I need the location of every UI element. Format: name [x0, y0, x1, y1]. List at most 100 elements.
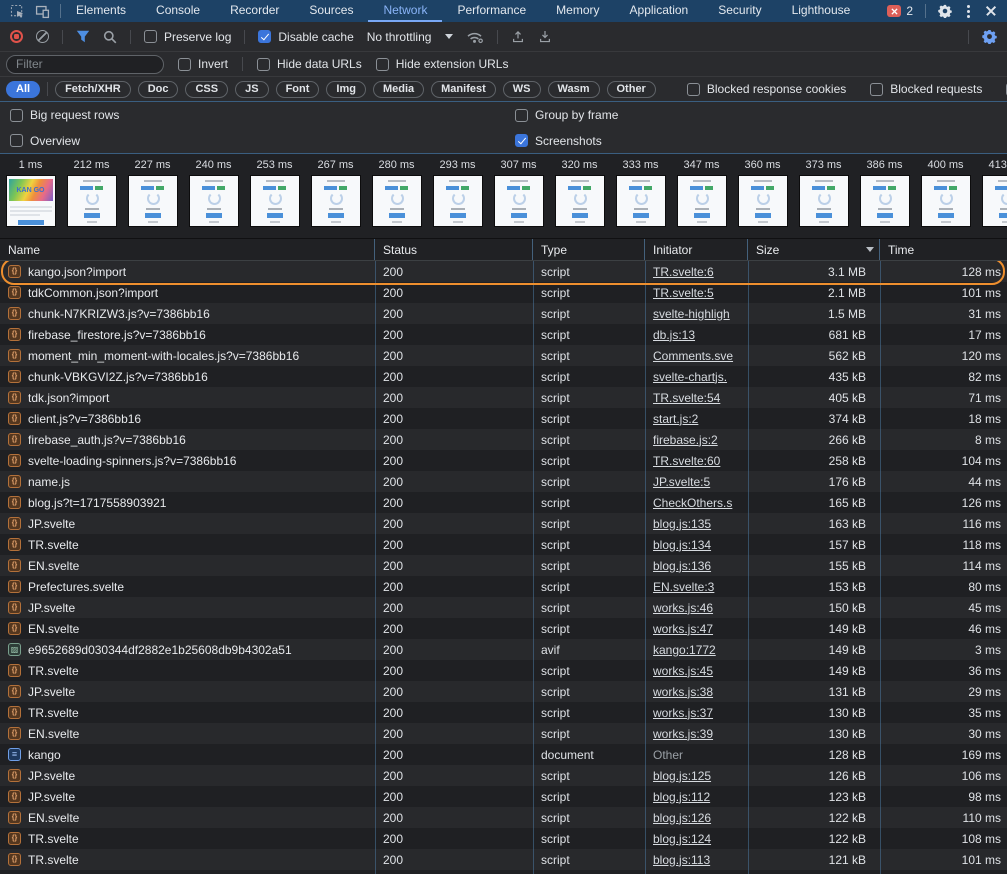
tab-lighthouse[interactable]: Lighthouse	[777, 0, 866, 22]
screenshot-thumbnail[interactable]	[739, 176, 787, 226]
type-filter-js[interactable]: JS	[235, 81, 268, 98]
record-network-log-button[interactable]	[10, 30, 23, 43]
column-header-status[interactable]: Status	[375, 239, 533, 260]
settings-gear-icon[interactable]	[938, 4, 952, 18]
screenshot-thumbnail[interactable]	[495, 176, 543, 226]
screenshot-thumbnail[interactable]	[312, 176, 360, 226]
initiator-link[interactable]: works.js:39	[653, 727, 713, 741]
table-row[interactable]: blog.js?t=1717558903921200scriptCheckOth…	[0, 492, 1007, 513]
hide-data-urls-checkbox[interactable]: Hide data URLs	[257, 57, 362, 71]
request-name-cell[interactable]: JP.svelte	[0, 790, 375, 804]
initiator-link[interactable]: db.js:13	[653, 328, 695, 342]
preserve-log-checkbox[interactable]: Preserve log	[144, 30, 231, 44]
initiator-link[interactable]: TR.svelte:5	[653, 286, 714, 300]
type-filter-doc[interactable]: Doc	[138, 81, 179, 98]
table-row[interactable]: firebase_auth.js?v=7386bb16200scriptfire…	[0, 429, 1007, 450]
type-filter-all[interactable]: All	[6, 81, 40, 98]
device-toolbar-icon[interactable]	[35, 4, 50, 19]
filmstrip-frame[interactable]: 347 ms	[671, 154, 732, 238]
table-row[interactable]: e9652689d030344df2882e1b25608db9b4302a51…	[0, 639, 1007, 660]
initiator-link[interactable]: blog.js:124	[653, 832, 711, 846]
request-name-cell[interactable]: JP.svelte	[0, 601, 375, 615]
initiator-link[interactable]: blog.js:134	[653, 538, 711, 552]
type-filter-other[interactable]: Other	[607, 81, 656, 98]
screenshot-thumbnail[interactable]	[556, 176, 604, 226]
tab-sources[interactable]: Sources	[294, 0, 368, 22]
type-filter-img[interactable]: Img	[326, 81, 366, 98]
request-name-cell[interactable]: tdk.json?import	[0, 391, 375, 405]
filmstrip-frame[interactable]: 360 ms	[732, 154, 793, 238]
inspect-element-icon[interactable]	[10, 4, 25, 19]
filmstrip-frame[interactable]: 240 ms	[183, 154, 244, 238]
request-name-cell[interactable]: JP.svelte	[0, 517, 375, 531]
table-row[interactable]: EN.svelte200scriptblog.js:136155 kB114 m…	[0, 555, 1007, 576]
table-row[interactable]: moment_min_moment-with-locales.js?v=7386…	[0, 345, 1007, 366]
initiator-link[interactable]: kango:1772	[653, 643, 716, 657]
table-row[interactable]: EN.svelte200scriptblog.js:126122 kB110 m…	[0, 807, 1007, 828]
initiator-link[interactable]: blog.js:136	[653, 559, 711, 573]
initiator-link[interactable]: EN.svelte:3	[653, 580, 714, 594]
request-name-cell[interactable]: e9652689d030344df2882e1b25608db9b4302a51	[0, 643, 375, 657]
column-header-time[interactable]: Time	[880, 239, 1007, 260]
network-settings-gear-icon[interactable]	[982, 29, 997, 44]
column-header-size[interactable]: Size	[748, 239, 880, 260]
request-name-cell[interactable]: TR.svelte	[0, 706, 375, 720]
request-name-cell[interactable]: TR.svelte	[0, 664, 375, 678]
export-har-icon[interactable]	[538, 30, 552, 44]
screenshot-thumbnail[interactable]	[861, 176, 909, 226]
screenshot-thumbnail[interactable]	[373, 176, 421, 226]
tab-console[interactable]: Console	[141, 0, 215, 22]
close-devtools-icon[interactable]	[985, 5, 997, 17]
table-row[interactable]: JP.svelte200scriptworks.js:38131 kB29 ms	[0, 681, 1007, 702]
request-name-cell[interactable]: kango.json?import	[0, 265, 375, 279]
table-row[interactable]: TR.svelte200scriptworks.js:45149 kB36 ms	[0, 660, 1007, 681]
type-filter-ws[interactable]: WS	[503, 81, 541, 98]
request-name-cell[interactable]: TR.svelte	[0, 832, 375, 846]
clear-network-log-icon[interactable]	[36, 30, 49, 43]
table-row[interactable]: JP.svelte200scriptblog.js:125126 kB106 m…	[0, 765, 1007, 786]
table-row[interactable]: client.js?v=7386bb16200scriptstart.js:23…	[0, 408, 1007, 429]
type-filter-wasm[interactable]: Wasm	[548, 81, 600, 98]
request-name-cell[interactable]: blog.js?t=1717558903921	[0, 496, 375, 510]
request-name-cell[interactable]: EN.svelte	[0, 811, 375, 825]
filmstrip-frame[interactable]: 280 ms	[366, 154, 427, 238]
screenshot-thumbnail[interactable]	[922, 176, 970, 226]
table-row[interactable]: chunk-N7KRIZW3.js?v=7386bb16200scriptsve…	[0, 303, 1007, 324]
table-row[interactable]: JP.svelte200scriptworks.js:46150 kB45 ms	[0, 597, 1007, 618]
tab-elements[interactable]: Elements	[61, 0, 141, 22]
request-name-cell[interactable]: Prefectures.svelte	[0, 580, 375, 594]
network-conditions-icon[interactable]	[466, 30, 484, 44]
group-by-frame-checkbox[interactable]: Group by frame	[515, 108, 618, 122]
table-row[interactable]: tdk.json?import200scriptTR.svelte:54405 …	[0, 387, 1007, 408]
table-row[interactable]: JP.svelte200scriptblog.js:135163 kB116 m…	[0, 513, 1007, 534]
initiator-link[interactable]: TR.svelte:60	[653, 454, 720, 468]
table-row[interactable]: TR.svelte200scriptblog.js:134157 kB118 m…	[0, 534, 1007, 555]
request-name-cell[interactable]: chunk-N7KRIZW3.js?v=7386bb16	[0, 307, 375, 321]
blocked-requests-checkbox[interactable]: Blocked requests	[870, 82, 982, 96]
tab-memory[interactable]: Memory	[541, 0, 614, 22]
initiator-link[interactable]: works.js:38	[653, 685, 713, 699]
filmstrip-frame[interactable]: 320 ms	[549, 154, 610, 238]
throttling-dropdown[interactable]: No throttling	[367, 30, 454, 44]
table-row[interactable]: svelte-loading-spinners.js?v=7386bb16200…	[0, 450, 1007, 471]
request-name-cell[interactable]: EN.svelte	[0, 727, 375, 741]
table-row[interactable]: name.js200scriptJP.svelte:5176 kB44 ms	[0, 471, 1007, 492]
filmstrip-frame[interactable]: 267 ms	[305, 154, 366, 238]
type-filter-manifest[interactable]: Manifest	[431, 81, 496, 98]
filmstrip-frame[interactable]: 1 msKAN GO	[0, 154, 61, 238]
initiator-link[interactable]: start.js:2	[653, 412, 698, 426]
screenshots-checkbox[interactable]: Screenshots	[515, 134, 602, 148]
filmstrip-frame[interactable]: 373 ms	[793, 154, 854, 238]
filmstrip-frame[interactable]: 333 ms	[610, 154, 671, 238]
request-name-cell[interactable]: JP.svelte	[0, 769, 375, 783]
table-row[interactable]: JP.svelte200scriptblog.js:112123 kB98 ms	[0, 786, 1007, 807]
screenshot-thumbnail[interactable]	[251, 176, 299, 226]
initiator-link[interactable]: works.js:47	[653, 622, 713, 636]
table-row[interactable]: firebase_firestore.js?v=7386bb16200scrip…	[0, 324, 1007, 345]
request-name-cell[interactable]: EN.svelte	[0, 559, 375, 573]
request-name-cell[interactable]: TR.svelte	[0, 853, 375, 867]
screenshot-thumbnail[interactable]	[678, 176, 726, 226]
request-name-cell[interactable]: JP.svelte	[0, 685, 375, 699]
tab-performance[interactable]: Performance	[442, 0, 541, 22]
initiator-link[interactable]: CheckOthers.s	[653, 496, 732, 510]
